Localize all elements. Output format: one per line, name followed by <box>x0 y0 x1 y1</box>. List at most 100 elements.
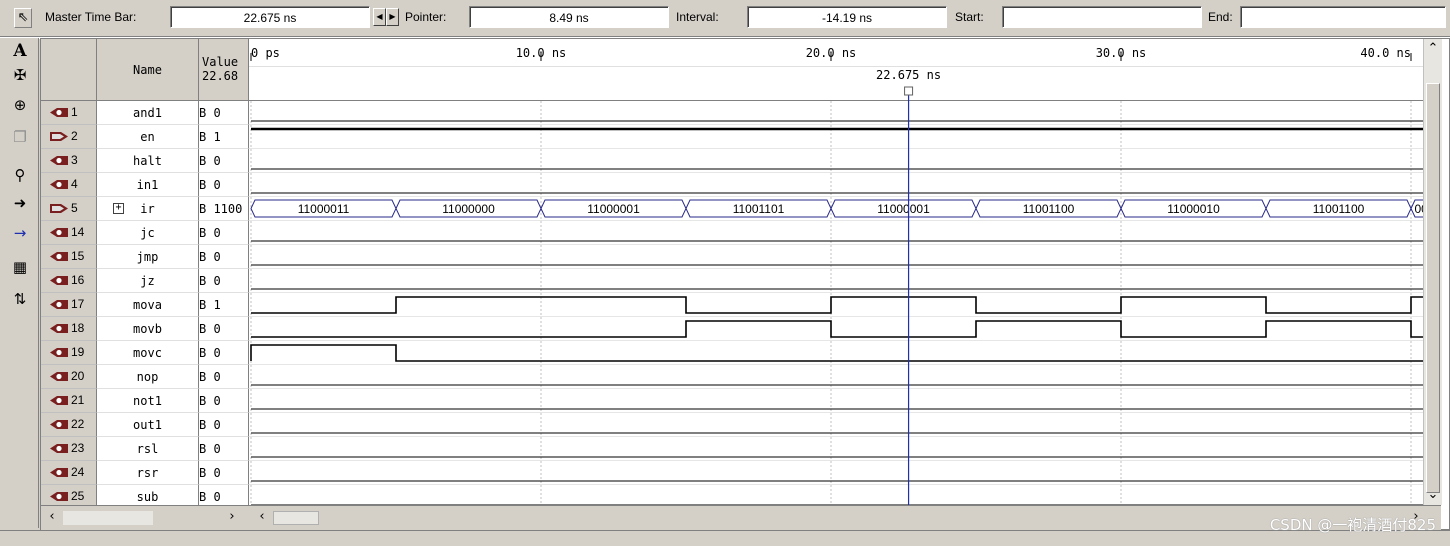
signal-index-cell[interactable]: 24 <box>41 461 97 485</box>
signal-name-cell[interactable]: jz <box>97 269 199 293</box>
signal-index-cell[interactable]: 14 <box>41 221 97 245</box>
signal-name-cell[interactable]: movc <box>97 341 199 365</box>
signal-index-cell[interactable]: 19 <box>41 341 97 365</box>
signal-row[interactable]: 16 jz B 0 <box>41 269 249 293</box>
bus-value-label: 11000001 <box>877 202 930 216</box>
signal-index-cell[interactable]: 4 <box>41 173 97 197</box>
output-pin-icon <box>50 252 68 261</box>
signal-value-cell: B 0 <box>199 149 249 173</box>
master-time-bar-field[interactable]: 22.675 ns <box>170 6 370 28</box>
signal-index-cell[interactable]: 15 <box>41 245 97 269</box>
sort-icon[interactable]: ⇅ <box>8 288 32 310</box>
signal-name-cell[interactable]: en <box>97 125 199 149</box>
signal-index-cell[interactable]: 3 <box>41 149 97 173</box>
signal-row[interactable]: 3 halt B 0 <box>41 149 249 173</box>
name-scroll-thumb[interactable] <box>63 511 153 525</box>
bus-value-label: 00 <box>1414 202 1423 216</box>
signal-row[interactable]: 21 not1 B 0 <box>41 389 249 413</box>
value-header-time: 22.68 <box>202 69 239 83</box>
vertical-scrollbar[interactable]: ⌃ ⌄ <box>1423 39 1442 505</box>
signal-row[interactable]: 1 and1 B 0 <box>41 101 249 125</box>
signal-row[interactable]: 18 movb B 0 <box>41 317 249 341</box>
waveform-canvas[interactable]: 0 ps 10.0 ns 20.0 ns 30.0 ns 40.0 ns 11000011… <box>249 39 1423 505</box>
signal-index-cell[interactable]: 20 <box>41 365 97 389</box>
next-transition-button[interactable]: ▶ <box>386 8 399 26</box>
signal-value-cell: B 1 <box>199 293 249 317</box>
cursor-time-label: 22.675 ns <box>876 68 941 82</box>
signal-row[interactable]: 14 jc B 0 <box>41 221 249 245</box>
timeline-tick-label: 30.0 ns <box>1096 46 1147 60</box>
signal-name: out1 <box>133 418 162 432</box>
signal-name-cell[interactable]: jmp <box>97 245 199 269</box>
text-tool-icon[interactable]: A <box>8 40 32 62</box>
signal-value-cell: B 0 <box>199 389 249 413</box>
signal-index-cell[interactable]: 2 <box>41 125 97 149</box>
signal-row[interactable]: 5 + ir B 1100 <box>41 197 249 221</box>
signal-value-cell: B 0 <box>199 245 249 269</box>
signal-name-cell[interactable]: movb <box>97 317 199 341</box>
signal-name-cell[interactable]: nop <box>97 365 199 389</box>
signal-name-cell[interactable]: jc <box>97 221 199 245</box>
output-pin-icon <box>50 204 68 213</box>
signal-name-cell[interactable]: halt <box>97 149 199 173</box>
signal-name-cell[interactable]: out1 <box>97 413 199 437</box>
signal-row[interactable]: 20 nop B 0 <box>41 365 249 389</box>
signal-index-cell[interactable]: 16 <box>41 269 97 293</box>
group-icon[interactable]: ▦ <box>8 256 32 278</box>
signal-name: rsr <box>136 466 159 480</box>
signal-index-cell[interactable]: 18 <box>41 317 97 341</box>
pointer-field[interactable]: 8.49 ns <box>469 6 669 28</box>
end-field[interactable] <box>1240 6 1446 28</box>
scroll-down-icon[interactable]: ⌄ <box>1424 485 1442 505</box>
value-column-header[interactable]: Value 22.68 <box>199 39 249 101</box>
signal-name-cell[interactable]: and1 <box>97 101 199 125</box>
signal-row[interactable]: 2 en B 1 <box>41 125 249 149</box>
timeline-tick-label: 10.0 ns <box>516 46 567 60</box>
zoom-icon[interactable]: ⊕ <box>8 94 32 116</box>
signal-index-cell[interactable]: 22 <box>41 413 97 437</box>
signal-name: rsl <box>136 442 159 456</box>
wave-scroll-thumb[interactable] <box>273 511 319 525</box>
signal-index-cell[interactable]: 1 <box>41 101 97 125</box>
name-scroll-right-icon[interactable]: › <box>225 507 239 527</box>
signal-name-cell[interactable]: mova <box>97 293 199 317</box>
signal-row[interactable]: 22 out1 B 0 <box>41 413 249 437</box>
node-finder-icon[interactable]: ✠ <box>8 64 32 86</box>
wave-scroll-left-icon[interactable]: ‹ <box>255 507 269 527</box>
signal-row[interactable]: 15 jmp B 0 <box>41 245 249 269</box>
signal-index-cell[interactable]: 21 <box>41 389 97 413</box>
signal-name-cell[interactable]: not1 <box>97 389 199 413</box>
signal-name-cell[interactable]: + ir <box>97 197 199 221</box>
select-arrow-icon[interactable]: ⇖ <box>14 8 32 28</box>
signal-name-cell[interactable]: in1 <box>97 173 199 197</box>
signal-row[interactable]: 4 in1 B 0 <box>41 173 249 197</box>
output-pin-icon <box>50 468 68 477</box>
next-transition-icon[interactable]: → <box>8 222 32 244</box>
name-scroll-left-icon[interactable]: ‹ <box>45 507 59 527</box>
copy-icon[interactable]: ❐ <box>8 126 32 148</box>
signal-index-cell[interactable]: 23 <box>41 437 97 461</box>
expand-bus-icon[interactable]: + <box>113 203 124 214</box>
start-field[interactable] <box>1002 6 1202 28</box>
signal-index: 22 <box>71 417 85 431</box>
signal-row[interactable]: 24 rsr B 0 <box>41 461 249 485</box>
signal-row[interactable]: 17 mova B 1 <box>41 293 249 317</box>
signal-name-cell[interactable]: rsr <box>97 461 199 485</box>
scroll-up-icon[interactable]: ⌃ <box>1424 39 1442 59</box>
prev-transition-button[interactable]: ◀ <box>373 8 386 26</box>
signal-name-cell[interactable]: rsl <box>97 437 199 461</box>
signal-index-cell[interactable]: 17 <box>41 293 97 317</box>
signal-row[interactable]: 19 movc B 0 <box>41 341 249 365</box>
signal-value-cell: B 1 <box>199 125 249 149</box>
signal-row[interactable]: 23 rsl B 0 <box>41 437 249 461</box>
signal-index-cell[interactable]: 5 <box>41 197 97 221</box>
signal-value-cell: B 0 <box>199 317 249 341</box>
vertical-scroll-thumb[interactable] <box>1426 83 1440 493</box>
output-pin-icon <box>50 420 68 429</box>
master-time-bar-label: Master Time Bar: <box>45 10 137 24</box>
find-next-icon[interactable]: ➜ <box>8 192 32 214</box>
timeline-tick-label: 0 ps <box>251 46 280 60</box>
name-column-header[interactable]: Name <box>97 39 199 101</box>
interval-field[interactable]: -14.19 ns <box>747 6 947 28</box>
find-icon[interactable]: ⚲ <box>8 164 32 186</box>
